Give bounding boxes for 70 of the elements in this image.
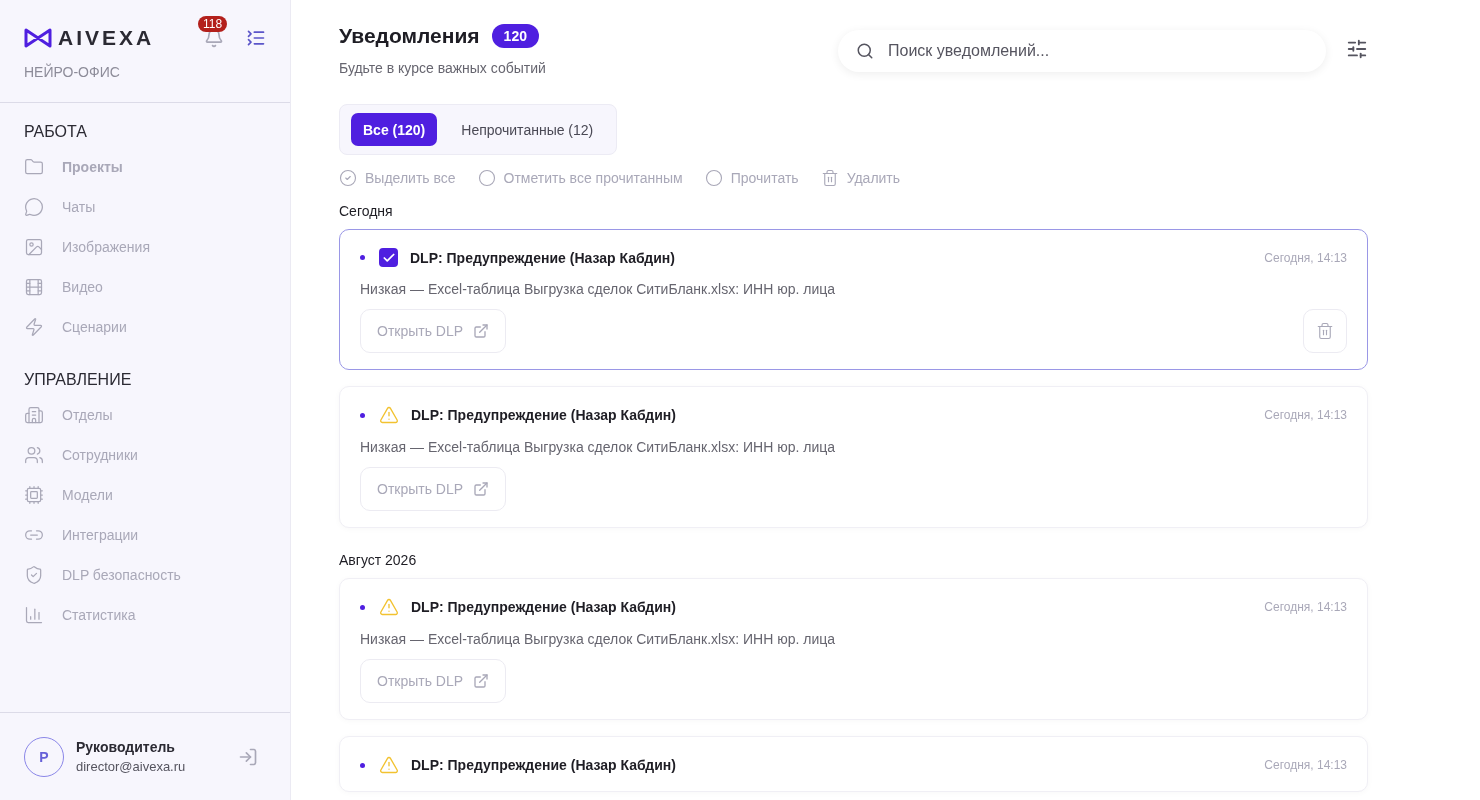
- notification-time: Сегодня, 14:13: [1264, 600, 1347, 614]
- nav-item[interactable]: Отделы: [24, 395, 266, 435]
- checkbox[interactable]: [379, 248, 398, 267]
- nav-item[interactable]: Сценарии: [24, 307, 266, 347]
- nav-section-title: РАБОТА: [24, 123, 88, 141]
- nav-item[interactable]: Статистика: [24, 595, 266, 635]
- bar-chart-icon: [24, 605, 44, 625]
- page-subtitle: Будьте в курсе важных событий: [339, 60, 546, 76]
- open-dlp-button[interactable]: Открыть DLP: [360, 309, 507, 353]
- tab[interactable]: Непрочитанные (12): [449, 113, 606, 146]
- warning-icon: [379, 405, 399, 425]
- nav-item[interactable]: Интеграции: [24, 515, 266, 555]
- notification-badge: 118: [198, 16, 228, 32]
- nav-item[interactable]: Изображения: [24, 227, 266, 267]
- circle-icon: [477, 169, 496, 187]
- app-subtitle: НЕЙРО-ОФИС: [24, 64, 121, 80]
- collapse-sidebar-icon[interactable]: [246, 28, 266, 48]
- check-circle-icon: [339, 169, 357, 187]
- nav-item[interactable]: Сотрудники: [24, 435, 266, 475]
- user-email: director@aivexa.ru: [76, 759, 186, 774]
- notification-time: Сегодня, 14:13: [1264, 758, 1347, 772]
- bulk-action[interactable]: Прочитать: [704, 169, 799, 187]
- trash-icon: [1316, 322, 1334, 340]
- nav-item[interactable]: Модели: [24, 475, 266, 515]
- chip-icon: [24, 485, 44, 505]
- external-link-icon: [473, 323, 490, 339]
- nav-item[interactable]: DLP безопасность: [24, 555, 266, 595]
- building-icon: [24, 405, 44, 425]
- warning-icon: [379, 597, 399, 617]
- notification-time: Сегодня, 14:13: [1264, 408, 1347, 422]
- trash-icon: [820, 169, 839, 187]
- logo-text: AIVEXA: [58, 26, 155, 50]
- page-title: Уведомления: [339, 24, 480, 48]
- lightning-icon: [24, 317, 44, 337]
- bulk-action[interactable]: Удалить: [820, 169, 901, 187]
- tab[interactable]: Все (120): [351, 113, 438, 146]
- nav-section-title: УПРАВЛЕНИЕ: [24, 371, 133, 389]
- nav-item[interactable]: Проекты: [24, 147, 266, 187]
- notification-text: Низкая — Excel-таблица Выгрузка сделок СитиБланк.xlsx: ИНН юр. лица: [360, 439, 837, 455]
- count-badge: 120: [491, 24, 539, 48]
- notification-title: DLP: Предупреждение (Назар Кабдин): [411, 407, 676, 423]
- group-title: Август 2026: [339, 552, 418, 568]
- chat-bubble-icon: [24, 197, 44, 217]
- nav-item[interactable]: Видео: [24, 267, 266, 307]
- bulk-action[interactable]: Отметить все прочитанным: [477, 169, 683, 187]
- logo-icon: [24, 28, 52, 48]
- notification-title: DLP: Предупреждение (Назар Кабдин): [411, 599, 676, 615]
- film-icon: [24, 277, 44, 297]
- notification-title: DLP: Предупреждение (Назар Кабдин): [411, 757, 676, 773]
- search-field[interactable]: Поиск уведомлений...: [838, 30, 1326, 72]
- open-dlp-button[interactable]: Открыть DLP: [360, 659, 507, 703]
- warning-icon: [379, 755, 399, 775]
- external-link-icon: [473, 673, 490, 689]
- users-icon: [24, 445, 44, 465]
- shield-icon: [24, 565, 44, 585]
- filter-button[interactable]: [1346, 38, 1368, 60]
- external-link-icon: [473, 481, 490, 497]
- image-icon: [24, 237, 44, 257]
- nav-item[interactable]: Чаты: [24, 187, 266, 227]
- notification-time: Сегодня, 14:13: [1264, 250, 1347, 265]
- group-title: Сегодня: [339, 203, 394, 219]
- circle-icon: [704, 169, 723, 187]
- folder-icon: [24, 157, 44, 177]
- notification-title: DLP: Предупреждение (Назар Кабдин): [410, 249, 675, 266]
- search-icon: [856, 42, 874, 60]
- open-dlp-button[interactable]: Открыть DLP: [360, 467, 507, 511]
- user-name: Руководитель: [76, 739, 176, 755]
- bulk-action[interactable]: Выделить все: [339, 169, 456, 187]
- notification-text: Низкая — Excel-таблица Выгрузка сделок СитиБланк.xlsx: ИНН юр. лица: [360, 631, 837, 647]
- notification-text: Низкая — Excel-таблица Выгрузка сделок СитиБланк.xlsx: ИНН юр. лица: [360, 281, 837, 297]
